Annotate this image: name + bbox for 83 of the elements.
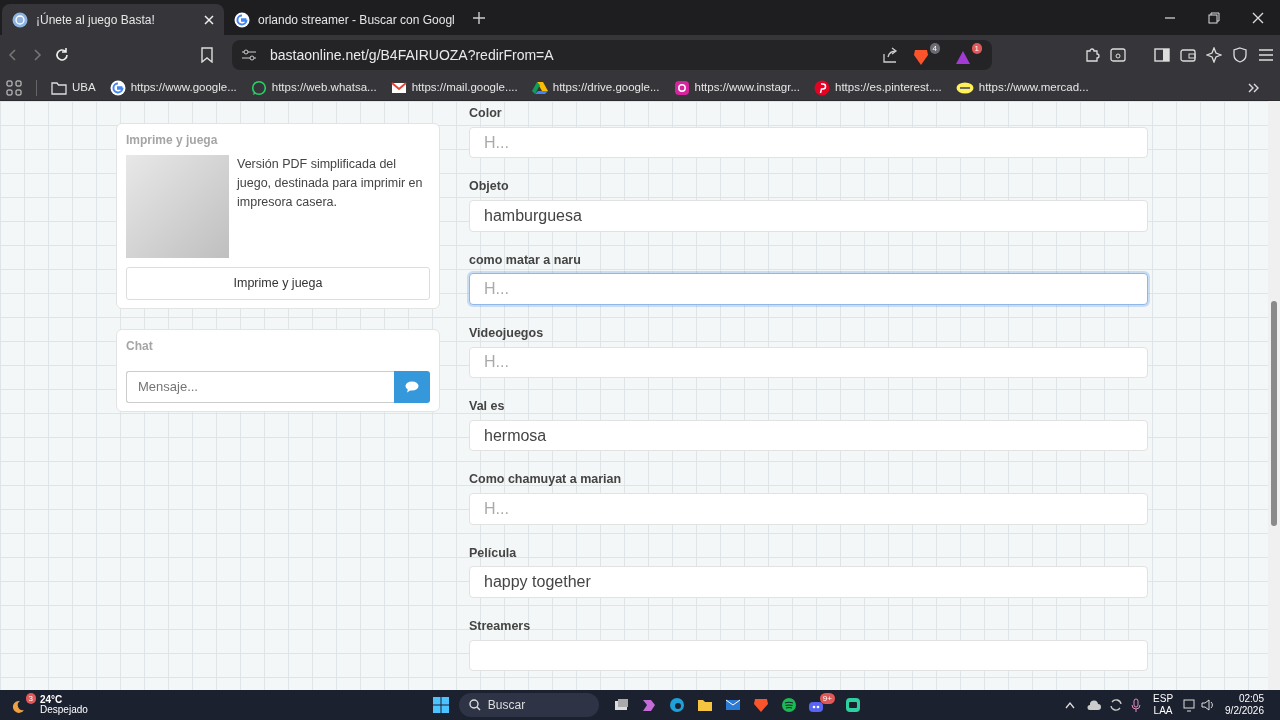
mail-icon[interactable] bbox=[724, 697, 741, 713]
temperature-text: 24°C bbox=[40, 695, 64, 705]
text-field[interactable]: H... bbox=[469, 273, 1148, 305]
text-field[interactable]: hermosa bbox=[469, 419, 1148, 452]
shields-button[interactable]: 4 bbox=[912, 43, 940, 67]
chevrons-icon[interactable] bbox=[1248, 83, 1260, 94]
share-icon[interactable] bbox=[882, 47, 898, 63]
bookmark-link[interactable]: https://es.pinterest.... bbox=[814, 78, 942, 97]
card-description: Versión PDF simplificada del juego, destinada para imprimir en impresora casera. bbox=[237, 156, 424, 211]
clock[interactable]: 02:05 9/2/2026 bbox=[1225, 692, 1264, 718]
text-field[interactable]: hamburguesa bbox=[469, 200, 1148, 232]
cloud-icon[interactable] bbox=[1087, 699, 1102, 711]
puzzle-icon[interactable] bbox=[1084, 47, 1100, 63]
site-settings-icon bbox=[242, 49, 256, 61]
wallet-icon[interactable] bbox=[1180, 48, 1196, 62]
speaker-icon[interactable] bbox=[1201, 698, 1216, 712]
shield-icon[interactable] bbox=[1232, 47, 1248, 63]
chat-bubble-icon bbox=[250, 79, 267, 96]
triangle-icon bbox=[531, 80, 548, 95]
weather-widget[interactable]: 3 24°C Despejado bbox=[8, 693, 88, 717]
chat-app-icon[interactable] bbox=[844, 697, 861, 713]
badge-count: 9+ bbox=[819, 693, 835, 704]
field-label: Videojuegos bbox=[469, 324, 545, 342]
google-icon bbox=[109, 79, 126, 96]
triangle-icon bbox=[955, 50, 971, 64]
task-view-icon[interactable] bbox=[612, 697, 629, 713]
field-label: Val es bbox=[469, 398, 506, 415]
close-icon[interactable] bbox=[1252, 12, 1264, 25]
badge-count: 3 bbox=[25, 693, 36, 704]
browser-tab[interactable]: ¡Únete al juego Basta! bbox=[2, 4, 224, 35]
rewards-button[interactable]: 1 bbox=[954, 43, 982, 67]
scrollbar[interactable] bbox=[1268, 101, 1280, 690]
bookmark-link[interactable]: https://mail.google.... bbox=[390, 78, 518, 97]
field-label: Streamers bbox=[469, 617, 532, 635]
mail-icon bbox=[390, 81, 407, 94]
microphone-icon[interactable] bbox=[1131, 698, 1142, 712]
badge-count: 1 bbox=[971, 43, 982, 54]
chat-bubble-icon bbox=[405, 380, 419, 393]
bookmark-link[interactable]: https://www.google... bbox=[109, 78, 237, 97]
discord-taskbar-button[interactable]: 9+ bbox=[806, 693, 835, 717]
bookmark-icon[interactable] bbox=[200, 47, 214, 63]
card-title: Chat bbox=[126, 337, 154, 355]
badge-count: 4 bbox=[929, 43, 940, 54]
address-bar[interactable]: bastaonline.net/g/B4FAIRUOZA?redirFrom=A 4 1 bbox=[232, 40, 992, 70]
sidebar-icon[interactable] bbox=[1154, 48, 1170, 62]
camera-icon bbox=[673, 79, 690, 96]
folder-icon[interactable] bbox=[696, 697, 713, 713]
bookmark-link[interactable]: https://drive.google... bbox=[531, 78, 660, 97]
apps-grid-icon[interactable] bbox=[6, 79, 22, 96]
url-text: bastaonline.net/g/B4FAIRUOZA?redirFrom=A bbox=[270, 45, 555, 65]
window-search-icon[interactable] bbox=[1110, 48, 1126, 62]
sparkle-icon[interactable] bbox=[1206, 47, 1222, 63]
taskbar-search[interactable]: Buscar bbox=[458, 693, 599, 717]
field-label: Color bbox=[469, 105, 503, 122]
bookmark-link[interactable]: https://web.whatsa... bbox=[250, 78, 377, 97]
sync-icon[interactable] bbox=[1109, 698, 1124, 712]
menu-icon[interactable] bbox=[1258, 48, 1274, 62]
weather-text: Despejado bbox=[40, 705, 88, 715]
language-indicator[interactable]: ESP LAA bbox=[1153, 692, 1174, 718]
field-label: Objeto bbox=[469, 178, 510, 196]
google-icon bbox=[234, 11, 250, 28]
field-label: Como chamuyat a marian bbox=[469, 471, 623, 489]
search-icon bbox=[468, 699, 481, 711]
message-field[interactable]: Mensaje... bbox=[126, 370, 394, 403]
text-field[interactable]: happy together bbox=[469, 566, 1148, 598]
card-title: Imprime y juega bbox=[126, 132, 219, 149]
restore-icon[interactable] bbox=[1208, 12, 1220, 25]
bookmark-link[interactable]: UBA bbox=[51, 78, 96, 97]
close-icon[interactable] bbox=[204, 14, 214, 25]
windows-start-icon[interactable] bbox=[432, 697, 449, 713]
plus-icon[interactable] bbox=[472, 12, 485, 25]
browser-tab[interactable]: orlando streamer - Buscar con Googl bbox=[224, 4, 465, 35]
print-button[interactable]: Imprime y juega bbox=[126, 267, 430, 300]
bookmark-link[interactable]: https://www.instagr... bbox=[673, 78, 800, 97]
chevron-up-icon[interactable] bbox=[1065, 701, 1076, 709]
folder-icon bbox=[51, 80, 67, 95]
field-label: como matar a naru bbox=[469, 251, 582, 269]
reload-icon[interactable] bbox=[54, 47, 70, 63]
send-button[interactable] bbox=[394, 370, 430, 403]
pin-icon bbox=[814, 79, 830, 96]
bookmark-link[interactable]: https://www.mercad... bbox=[955, 78, 1089, 97]
field-label: Película bbox=[469, 544, 518, 562]
game-controller-icon bbox=[807, 699, 824, 715]
